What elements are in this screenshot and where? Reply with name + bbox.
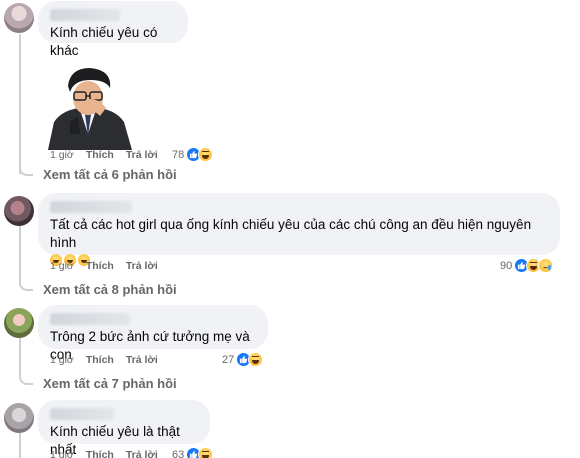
comment-text: Tất cả các hot girl qua ống kính chiếu y… xyxy=(50,217,532,250)
reaction-summary[interactable]: 90 xyxy=(500,258,554,273)
view-replies-link[interactable]: Xem tất cả 6 phản hồi xyxy=(19,165,177,182)
view-replies-label: Xem tất cả 6 phản hồi xyxy=(43,167,177,182)
reaction-count: 78 xyxy=(172,148,185,161)
comment-bubble: Trông 2 bức ảnh cứ tưởng mẹ và con xyxy=(38,305,268,362)
thread-line xyxy=(19,226,21,282)
comment-bubble: Kính chiếu yêu là thật nhất xyxy=(38,400,210,457)
author-name-blurred[interactable] xyxy=(50,201,132,213)
comment-meta: 1 giờ Thích Trả lời xyxy=(50,149,170,161)
author-name-blurred[interactable] xyxy=(50,313,130,325)
reply-connector xyxy=(19,374,33,385)
like-action[interactable]: Thích xyxy=(86,260,114,272)
reply-connector xyxy=(19,280,33,291)
comment-time[interactable]: 1 giờ xyxy=(50,449,74,458)
avatar[interactable] xyxy=(4,308,34,338)
reaction-count: 90 xyxy=(500,259,513,272)
like-action[interactable]: Thích xyxy=(86,149,114,161)
avatar[interactable] xyxy=(4,196,34,226)
sad-icon xyxy=(538,258,554,273)
reaction-count: 27 xyxy=(222,353,235,366)
view-replies-label: Xem tất cả 8 phản hồi xyxy=(43,282,177,297)
view-replies-link[interactable]: Xem tất cả 7 phản hồi xyxy=(19,374,177,391)
comment-text: Kính chiếu yêu có khác xyxy=(50,25,158,58)
thread-line xyxy=(19,338,21,376)
like-action[interactable]: Thích xyxy=(86,354,114,366)
comment-meta: 1 giờ Thích Trả lời xyxy=(50,354,170,366)
comment-bubble: Kính chiếu yêu có khác xyxy=(38,1,188,58)
view-replies-label: Xem tất cả 7 phản hồi xyxy=(43,376,177,391)
comment-meta: 1 giờ Thích Trả lời xyxy=(50,260,170,272)
reply-action[interactable]: Trả lời xyxy=(126,260,158,272)
comment-bubble: Tất cả các hot girl qua ống kính chiếu y… xyxy=(38,193,560,266)
view-replies-link[interactable]: Xem tất cả 8 phản hồi xyxy=(19,280,177,297)
avatar[interactable] xyxy=(4,3,34,33)
haha-icon xyxy=(248,352,264,367)
reply-action[interactable]: Trả lời xyxy=(126,149,158,161)
thread-line xyxy=(19,34,21,174)
thread-line xyxy=(19,432,21,458)
reaction-summary[interactable]: 63 xyxy=(172,447,214,458)
avatar[interactable] xyxy=(4,403,34,433)
author-name-blurred[interactable] xyxy=(50,408,114,420)
reaction-summary[interactable]: 27 xyxy=(222,352,264,367)
comment-time[interactable]: 1 giờ xyxy=(50,354,74,366)
reply-action[interactable]: Trả lời xyxy=(126,449,158,458)
sticker-image xyxy=(40,64,135,150)
reaction-summary[interactable]: 78 xyxy=(172,147,214,162)
reply-action[interactable]: Trả lời xyxy=(126,354,158,366)
comment-time[interactable]: 1 giờ xyxy=(50,149,74,161)
comment-meta: 1 giờ Thích Trả lời xyxy=(50,449,170,458)
author-name-blurred[interactable] xyxy=(50,9,120,21)
comment-time[interactable]: 1 giờ xyxy=(50,260,74,272)
reaction-count: 63 xyxy=(172,448,185,458)
reply-connector xyxy=(19,165,33,176)
haha-icon xyxy=(198,147,214,162)
like-action[interactable]: Thích xyxy=(86,449,114,458)
haha-icon xyxy=(198,447,214,458)
